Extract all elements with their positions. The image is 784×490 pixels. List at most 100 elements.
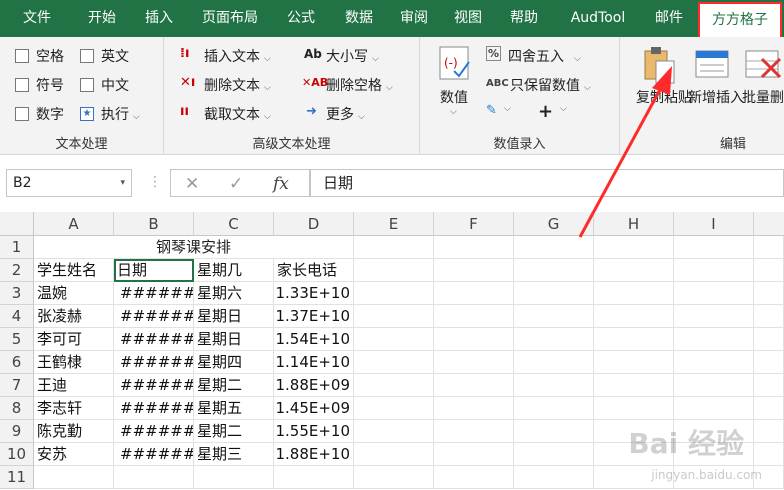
table-cell[interactable] xyxy=(674,236,754,259)
table-cell[interactable] xyxy=(354,466,434,489)
table-cell[interactable]: 日期 xyxy=(114,259,194,282)
table-cell[interactable]: 星期日 xyxy=(194,328,274,351)
column-header[interactable]: H xyxy=(594,212,674,236)
table-cell[interactable] xyxy=(354,305,434,328)
table-cell[interactable]: 星期二 xyxy=(194,374,274,397)
row-header[interactable]: 3 xyxy=(0,282,34,305)
column-header[interactable]: I xyxy=(674,212,754,236)
row-header[interactable]: 8 xyxy=(0,397,34,420)
column-header[interactable]: E xyxy=(354,212,434,236)
table-cell[interactable]: 学生姓名 xyxy=(34,259,114,282)
table-cell[interactable] xyxy=(514,351,594,374)
table-cell[interactable]: ###### xyxy=(114,374,194,397)
chevron-down-icon[interactable]: ▾ xyxy=(120,170,125,196)
table-cell[interactable]: 1.88E+10 xyxy=(274,443,354,466)
table-cell[interactable] xyxy=(354,259,434,282)
value-button[interactable]: 数值 xyxy=(440,87,468,107)
table-cell[interactable] xyxy=(434,328,514,351)
column-header[interactable]: G xyxy=(514,212,594,236)
select-all-corner[interactable] xyxy=(0,212,34,236)
column-header[interactable] xyxy=(754,212,784,236)
tab-fangfanggezi[interactable]: 方方格子 xyxy=(698,2,782,37)
tab-audtool[interactable]: AudTool xyxy=(556,0,640,37)
table-cell[interactable]: 1.14E+10 xyxy=(274,351,354,374)
tab-file[interactable]: 文件 xyxy=(8,0,66,37)
extract-text-button[interactable]: 截取文本 ⌵ xyxy=(204,104,271,124)
table-cell[interactable]: 1.45E+09 xyxy=(274,397,354,420)
table-cell[interactable] xyxy=(354,328,434,351)
table-cell[interactable]: 1.54E+10 xyxy=(274,328,354,351)
column-header[interactable]: F xyxy=(434,212,514,236)
row-header[interactable]: 10 xyxy=(0,443,34,466)
table-cell[interactable]: 温婉 xyxy=(34,282,114,305)
table-cell[interactable]: 星期六 xyxy=(194,282,274,305)
table-cell[interactable]: 星期三 xyxy=(194,443,274,466)
case-button[interactable]: 大小写 ⌵ xyxy=(326,46,379,66)
column-header[interactable]: C xyxy=(194,212,274,236)
table-cell[interactable]: 1.33E+10 xyxy=(274,282,354,305)
table-cell[interactable] xyxy=(434,305,514,328)
table-cell[interactable] xyxy=(354,351,434,374)
tab-data[interactable]: 数据 xyxy=(334,0,384,37)
table-cell[interactable] xyxy=(354,236,434,259)
table-cell[interactable]: 李志轩 xyxy=(34,397,114,420)
table-cell[interactable]: 星期五 xyxy=(194,397,274,420)
table-cell[interactable] xyxy=(594,328,674,351)
table-cell[interactable] xyxy=(274,466,354,489)
table-cell[interactable] xyxy=(514,374,594,397)
table-cell[interactable] xyxy=(594,259,674,282)
table-cell[interactable] xyxy=(434,397,514,420)
table-cell[interactable] xyxy=(674,305,754,328)
table-cell[interactable] xyxy=(594,374,674,397)
table-cell[interactable]: 星期四 xyxy=(194,351,274,374)
table-cell[interactable] xyxy=(674,351,754,374)
row-header[interactable]: 11 xyxy=(0,466,34,489)
table-cell[interactable]: ###### xyxy=(114,328,194,351)
tab-review[interactable]: 审阅 xyxy=(390,0,438,37)
table-cell[interactable] xyxy=(754,397,784,420)
table-cell[interactable] xyxy=(434,259,514,282)
delete-text-button[interactable]: 删除文本 ⌵ xyxy=(204,75,271,95)
keep-value-button[interactable]: 只保留数值 ⌵ xyxy=(510,75,591,95)
table-cell[interactable] xyxy=(754,443,784,466)
table-cell[interactable] xyxy=(754,420,784,443)
table-cell[interactable]: 1.55E+10 xyxy=(274,420,354,443)
table-cell[interactable] xyxy=(754,374,784,397)
batch-delete-button[interactable]: 批量删除 xyxy=(742,87,784,107)
copy-paste-button[interactable]: 复制粘贴 xyxy=(636,87,692,107)
table-cell[interactable] xyxy=(514,328,594,351)
table-cell[interactable] xyxy=(594,282,674,305)
tab-insert[interactable]: 插入 xyxy=(134,0,184,37)
table-cell[interactable] xyxy=(754,282,784,305)
table-cell[interactable] xyxy=(594,397,674,420)
table-cell[interactable]: 星期二 xyxy=(194,420,274,443)
table-cell[interactable] xyxy=(674,328,754,351)
table-cell[interactable] xyxy=(434,282,514,305)
formula-input[interactable]: 日期 xyxy=(310,169,784,197)
table-cell[interactable] xyxy=(514,305,594,328)
table-cell[interactable]: 陈克勤 xyxy=(34,420,114,443)
table-cell[interactable] xyxy=(754,236,784,259)
insert-text-button[interactable]: 插入文本 ⌵ xyxy=(204,46,271,66)
table-cell[interactable] xyxy=(34,466,114,489)
table-cell[interactable]: 1.37E+10 xyxy=(274,305,354,328)
table-cell[interactable] xyxy=(434,236,514,259)
checkbox-symbol[interactable] xyxy=(15,78,29,92)
column-header[interactable]: D xyxy=(274,212,354,236)
table-cell[interactable] xyxy=(434,466,514,489)
table-cell[interactable] xyxy=(754,305,784,328)
plus-button[interactable]: + xyxy=(538,101,553,122)
table-cell[interactable] xyxy=(354,282,434,305)
table-cell[interactable]: 星期几 xyxy=(194,259,274,282)
table-cell[interactable] xyxy=(514,443,594,466)
row-header[interactable]: 1 xyxy=(0,236,34,259)
table-cell[interactable]: 1.88E+09 xyxy=(274,374,354,397)
table-cell[interactable] xyxy=(354,374,434,397)
more-button[interactable]: 更多 ⌵ xyxy=(326,104,365,124)
table-cell[interactable] xyxy=(354,397,434,420)
name-box[interactable]: B2 ▾ xyxy=(6,169,132,197)
row-header[interactable]: 2 xyxy=(0,259,34,282)
table-cell[interactable]: ###### xyxy=(114,305,194,328)
table-cell[interactable]: 安苏 xyxy=(34,443,114,466)
table-cell[interactable] xyxy=(594,351,674,374)
